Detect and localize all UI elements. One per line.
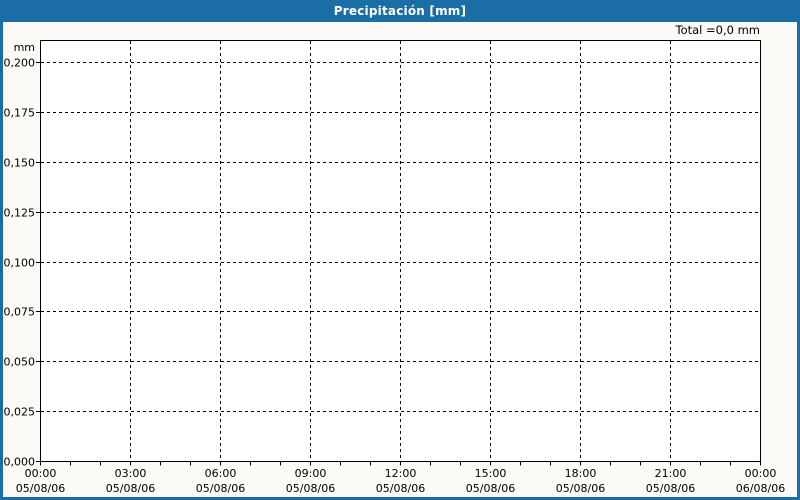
x-tick-date-label: 05/08/06 xyxy=(556,482,605,495)
x-tick-date-label: 05/08/06 xyxy=(466,482,515,495)
y-tick-label: 0,075 xyxy=(4,306,36,319)
x-tick-date-label: 05/08/06 xyxy=(286,482,335,495)
x-tick-time-label: 00:00 xyxy=(745,467,777,480)
chart-window: Precipitación [mm] Total =0,0 mm mm 0,00… xyxy=(0,0,800,500)
x-tick-time-label: 15:00 xyxy=(475,467,507,480)
y-axis-unit-label: mm xyxy=(14,41,35,54)
y-tick-label: 0,200 xyxy=(4,57,36,70)
y-tick-label: 0,050 xyxy=(4,356,36,369)
x-tick-date-label: 05/08/06 xyxy=(196,482,245,495)
y-tick-label: 0,025 xyxy=(4,406,36,419)
x-tick-time-label: 18:00 xyxy=(565,467,597,480)
total-label: Total =0,0 mm xyxy=(675,23,761,37)
y-tick-label: 0,175 xyxy=(4,107,36,120)
x-tick-date-label: 05/08/06 xyxy=(376,482,425,495)
x-tick-date-label: 06/08/06 xyxy=(736,482,785,495)
y-tick-label: 0,125 xyxy=(4,207,36,220)
y-tick-label: 0,100 xyxy=(4,257,36,270)
y-tick-label: 0,150 xyxy=(4,157,36,170)
x-tick-time-label: 06:00 xyxy=(205,467,237,480)
x-tick-date-label: 05/08/06 xyxy=(106,482,155,495)
x-tick-date-label: 05/08/06 xyxy=(646,482,695,495)
x-tick-time-label: 00:00 xyxy=(25,467,57,480)
x-tick-time-label: 09:00 xyxy=(295,467,327,480)
plot-area: Total =0,0 mm mm 0,0000,0250,0500,0750,1… xyxy=(4,23,786,495)
x-tick-time-label: 12:00 xyxy=(385,467,417,480)
x-tick-time-label: 21:00 xyxy=(655,467,687,480)
x-tick-time-label: 03:00 xyxy=(115,467,147,480)
x-tick-date-label: 05/08/06 xyxy=(16,482,65,495)
